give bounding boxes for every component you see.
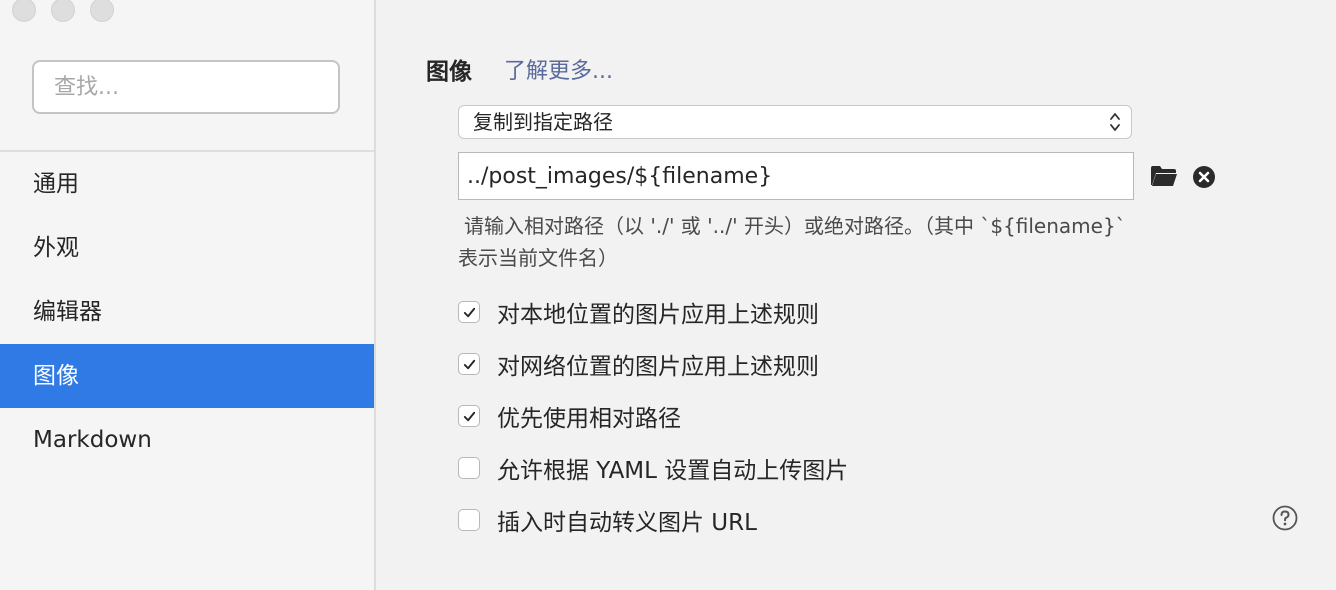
clear-circle-icon[interactable] xyxy=(1192,165,1216,189)
option-prefer-relative[interactable]: 优先使用相对路径 xyxy=(458,400,681,432)
help-circle-icon[interactable] xyxy=(1272,505,1298,531)
folder-icon[interactable] xyxy=(1150,164,1178,188)
checkmark-icon xyxy=(463,359,475,369)
option-label: 对本地位置的图片应用上述规则 xyxy=(497,302,819,328)
window-controls xyxy=(12,0,114,22)
path-hint-line-2: 表示当前文件名） xyxy=(458,246,618,270)
option-checkbox[interactable] xyxy=(458,301,480,323)
sidebar: 通用 外观 编辑器 图像 Markdown xyxy=(0,0,376,590)
option-checkbox[interactable] xyxy=(458,353,480,375)
option-checkbox[interactable] xyxy=(458,457,480,479)
option-label: 优先使用相对路径 xyxy=(497,406,681,432)
option-checkbox[interactable] xyxy=(458,405,480,427)
image-settings-panel: 图像 了解更多... 复制到指定路径 请输入相对路径（以 './' 或 '../… xyxy=(376,0,1336,590)
option-label: 对网络位置的图片应用上述规则 xyxy=(497,354,819,380)
path-hint-text: 请输入相对路径（以 './' 或 '../' 开头）或绝对路径。（其中 `${f… xyxy=(458,210,1258,274)
option-label: 允许根据 YAML 设置自动上传图片 xyxy=(497,458,849,484)
up-down-chevron-icon xyxy=(1110,113,1120,131)
option-escape-url[interactable]: 插入时自动转义图片 URL xyxy=(458,504,757,536)
sidebar-item-appearance[interactable]: 外观 xyxy=(0,216,374,280)
checkmark-icon xyxy=(463,307,475,317)
close-window-button[interactable] xyxy=(12,0,36,22)
minimize-window-button[interactable] xyxy=(51,0,75,22)
sidebar-item-image[interactable]: 图像 xyxy=(0,344,374,408)
preferences-window: 通用 外观 编辑器 图像 Markdown 图像 了解更多... 复制到指定路径 xyxy=(0,0,1336,590)
option-label: 插入时自动转义图片 URL xyxy=(497,510,757,536)
sidebar-item-editor[interactable]: 编辑器 xyxy=(0,280,374,344)
option-yaml-upload[interactable]: 允许根据 YAML 设置自动上传图片 xyxy=(458,452,848,484)
image-action-select[interactable]: 复制到指定路径 xyxy=(458,105,1132,139)
section-title: 图像 xyxy=(426,59,472,85)
option-checkbox[interactable] xyxy=(458,509,480,531)
option-apply-local[interactable]: 对本地位置的图片应用上述规则 xyxy=(458,296,819,328)
checkmark-icon xyxy=(463,411,475,421)
search-input[interactable] xyxy=(32,60,340,114)
zoom-window-button[interactable] xyxy=(90,0,114,22)
sidebar-nav: 通用 外观 编辑器 图像 Markdown xyxy=(0,152,374,472)
image-action-select-value: 复制到指定路径 xyxy=(473,110,613,134)
sidebar-item-markdown[interactable]: Markdown xyxy=(0,408,374,472)
sidebar-item-general[interactable]: 通用 xyxy=(0,152,374,216)
learn-more-link[interactable]: 了解更多... xyxy=(504,53,613,85)
option-apply-network[interactable]: 对网络位置的图片应用上述规则 xyxy=(458,348,819,380)
image-path-input[interactable] xyxy=(458,152,1134,200)
path-hint-line-1: 请输入相对路径（以 './' 或 '../' 开头）或绝对路径。（其中 `${f… xyxy=(464,214,1126,238)
